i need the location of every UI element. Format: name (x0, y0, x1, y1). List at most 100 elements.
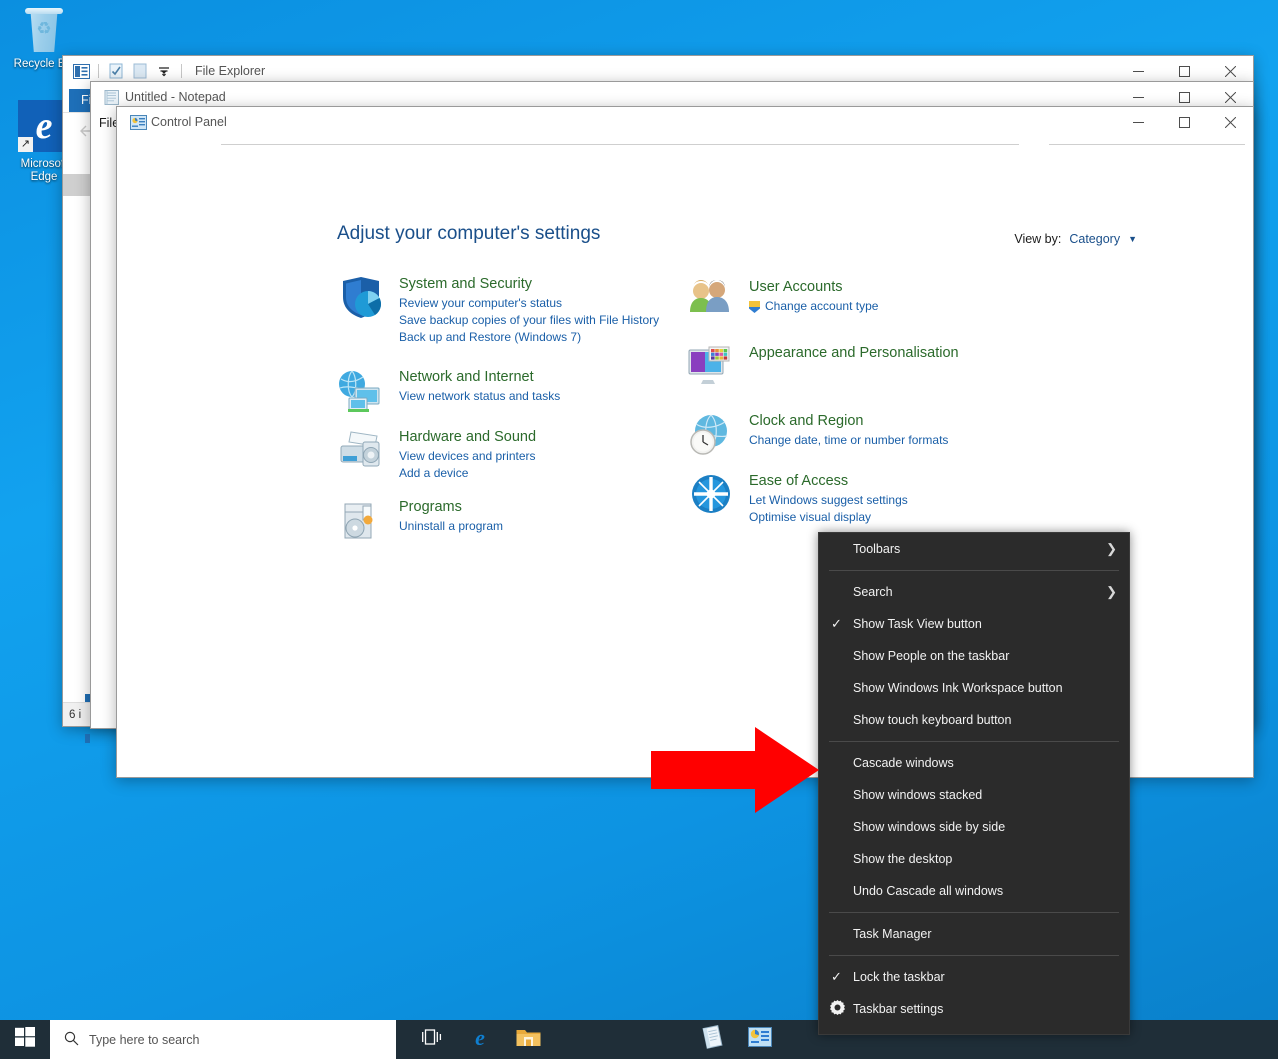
category-link[interactable]: Back up and Restore (Windows 7) (399, 329, 707, 346)
menu-item-undo-cascade-all-windows[interactable]: Undo Cascade all windows (819, 875, 1129, 907)
category-link[interactable]: Change date, time or number formats (749, 432, 1067, 449)
control-panel-window-controls[interactable] (1115, 107, 1253, 137)
category-clock-and-region[interactable]: Clock and Region Change date, time or nu… (687, 412, 1067, 458)
status-text: 6 i (69, 709, 81, 721)
menu-item-show-people-on-the-taskbar[interactable]: Show People on the taskbar (819, 640, 1129, 672)
menu-item-toolbars[interactable]: Toolbars ❯ (819, 533, 1129, 565)
taskbar-edge-button[interactable]: e (456, 1020, 504, 1059)
customize-chevron-down-icon[interactable] (152, 61, 176, 81)
control-panel-title: Control Panel (151, 115, 227, 129)
category-title[interactable]: User Accounts (749, 278, 1067, 296)
menu-item-label: Cascade windows (853, 756, 954, 770)
category-title[interactable]: Ease of Access (749, 472, 1067, 490)
toolbar-divider (98, 64, 99, 78)
quick-access-toolbar[interactable]: File Explorer (63, 59, 265, 83)
taskbar-notepad-button[interactable] (688, 1020, 736, 1059)
category-title[interactable]: System and Security (399, 275, 707, 293)
close-button[interactable] (1207, 107, 1253, 137)
category-link[interactable]: Let Windows suggest settings (749, 492, 1067, 509)
category-link[interactable]: Save backup copies of your files with Fi… (399, 312, 707, 329)
menu-separator (829, 741, 1119, 742)
selected-nav-item[interactable] (63, 174, 90, 196)
menu-item-cascade-windows[interactable]: Cascade windows (819, 747, 1129, 779)
category-title[interactable]: Programs (399, 498, 707, 516)
menu-item-lock-the-taskbar[interactable]: ✓ Lock the taskbar (819, 961, 1129, 993)
file-explorer-system-icon[interactable] (69, 61, 93, 81)
toolbar-divider (181, 64, 182, 78)
minimize-button[interactable] (1115, 107, 1161, 137)
category-link[interactable]: View network status and tasks (399, 388, 707, 405)
menu-item-show-touch-keyboard-button[interactable]: Show touch keyboard button (819, 704, 1129, 736)
search-icon (64, 1031, 79, 1049)
notepad-icon (700, 1025, 724, 1054)
disc-icon (337, 498, 385, 544)
category-column-right: User Accounts Change account type (687, 278, 1067, 540)
category-link[interactable]: Add a device (399, 465, 707, 482)
menu-separator (829, 570, 1119, 571)
task-view-button[interactable] (408, 1020, 456, 1059)
category-link[interactable]: View devices and printers (399, 448, 707, 465)
view-by-label: View by: (1014, 232, 1061, 246)
check-icon: ✓ (831, 616, 842, 632)
properties-icon[interactable] (104, 61, 128, 81)
menu-item-show-windows-ink-workspace-button[interactable]: Show Windows Ink Workspace button (819, 672, 1129, 704)
shield-icon (337, 275, 385, 321)
svg-text:e: e (475, 1025, 485, 1049)
category-title[interactable]: Network and Internet (399, 368, 707, 386)
menu-item-label: Show windows side by side (853, 820, 1005, 834)
category-network-and-internet[interactable]: Network and Internet View network status… (337, 368, 707, 414)
nav-tree-marker (85, 734, 90, 743)
taskbar-search-input[interactable]: Type here to search (89, 1033, 199, 1047)
control-panel-icon (748, 1027, 772, 1052)
maximize-button[interactable] (1161, 107, 1207, 137)
menu-item-label: Lock the taskbar (853, 970, 945, 984)
recycle-bin-icon: ♻ (6, 6, 82, 56)
globe-network-icon (337, 368, 385, 414)
taskbar-context-menu[interactable]: Toolbars ❯ Search ❯ ✓ Show Task View but… (818, 532, 1130, 1035)
control-panel-titlebar[interactable]: Control Panel (117, 107, 1253, 137)
menu-item-show-the-desktop[interactable]: Show the desktop (819, 843, 1129, 875)
file-explorer-navigation-pane[interactable] (63, 174, 91, 702)
category-title[interactable]: Clock and Region (749, 412, 1067, 430)
menu-item-label: Search (853, 585, 893, 599)
clock-globe-icon (687, 412, 735, 458)
edge-icon: e (468, 1025, 492, 1054)
taskbar-file-explorer-button[interactable] (504, 1020, 552, 1059)
category-hardware-and-sound[interactable]: Hardware and Sound View devices and prin… (337, 428, 707, 482)
category-programs[interactable]: Programs Uninstall a program (337, 498, 707, 544)
menu-item-label: Toolbars (853, 542, 900, 556)
view-by-control[interactable]: View by: Category ▼ (1014, 232, 1137, 246)
menu-item-label: Undo Cascade all windows (853, 884, 1003, 898)
category-appearance-and-personalisation[interactable]: Appearance and Personalisation (687, 344, 1067, 390)
menu-item-label: Show touch keyboard button (853, 713, 1011, 727)
chevron-down-icon[interactable]: ▼ (1128, 234, 1137, 244)
menu-item-task-manager[interactable]: Task Manager (819, 918, 1129, 950)
taskbar-control-panel-button[interactable] (736, 1020, 784, 1059)
windows-logo-icon (15, 1027, 35, 1052)
category-user-accounts[interactable]: User Accounts Change account type (687, 278, 1067, 324)
new-folder-icon[interactable] (128, 61, 152, 81)
notepad-title: Untitled - Notepad (125, 90, 226, 104)
view-by-value[interactable]: Category (1069, 232, 1120, 246)
menu-item-show-windows-stacked[interactable]: Show windows stacked (819, 779, 1129, 811)
chevron-right-icon: ❯ (1106, 584, 1117, 600)
category-link[interactable]: Change account type (749, 298, 1067, 315)
start-button[interactable] (0, 1020, 50, 1059)
category-title[interactable]: Hardware and Sound (399, 428, 707, 446)
menu-item-taskbar-settings[interactable]: Taskbar settings (819, 993, 1129, 1025)
control-panel-icon (125, 115, 151, 130)
menu-item-label: Show Task View button (853, 617, 982, 631)
category-title[interactable]: Appearance and Personalisation (749, 344, 1067, 362)
category-system-and-security[interactable]: System and Security Review your computer… (337, 275, 707, 346)
menu-item-search[interactable]: Search ❯ (819, 576, 1129, 608)
chevron-right-icon: ❯ (1106, 541, 1117, 557)
menu-item-label: Show the desktop (853, 852, 952, 866)
taskbar-search-box[interactable]: Type here to search (50, 1020, 396, 1059)
category-link[interactable]: Review your computer's status (399, 295, 707, 312)
menu-item-show-task-view-button[interactable]: ✓ Show Task View button (819, 608, 1129, 640)
category-link[interactable]: Uninstall a program (399, 518, 707, 535)
menu-item-show-windows-side-by-side[interactable]: Show windows side by side (819, 811, 1129, 843)
category-ease-of-access[interactable]: Ease of Access Let Windows suggest setti… (687, 472, 1067, 526)
menu-item-label: Show Windows Ink Workspace button (853, 681, 1063, 695)
category-link[interactable]: Optimise visual display (749, 509, 1067, 526)
